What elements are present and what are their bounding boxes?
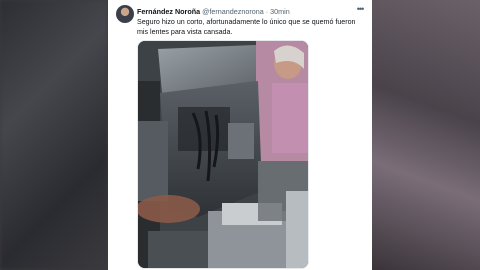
more-horizontal-icon[interactable]: ••• [353,4,367,16]
author-handle[interactable]: @fernandeznorona [202,7,264,16]
tweet-text: Seguro hizo un corto, afortunadamente lo… [137,18,356,36]
tweet-time[interactable]: 30min [270,7,290,16]
tweet-photo[interactable] [137,40,309,269]
background-right-blur [372,0,480,270]
photo-car-interior-image [138,41,308,268]
author-name[interactable]: Fernández Noroña [137,7,200,16]
background-left-blur [0,0,108,270]
tweet-card[interactable]: Fernández Noroña @fernandeznorona · 30mi… [108,0,372,270]
avatar[interactable] [116,5,134,23]
